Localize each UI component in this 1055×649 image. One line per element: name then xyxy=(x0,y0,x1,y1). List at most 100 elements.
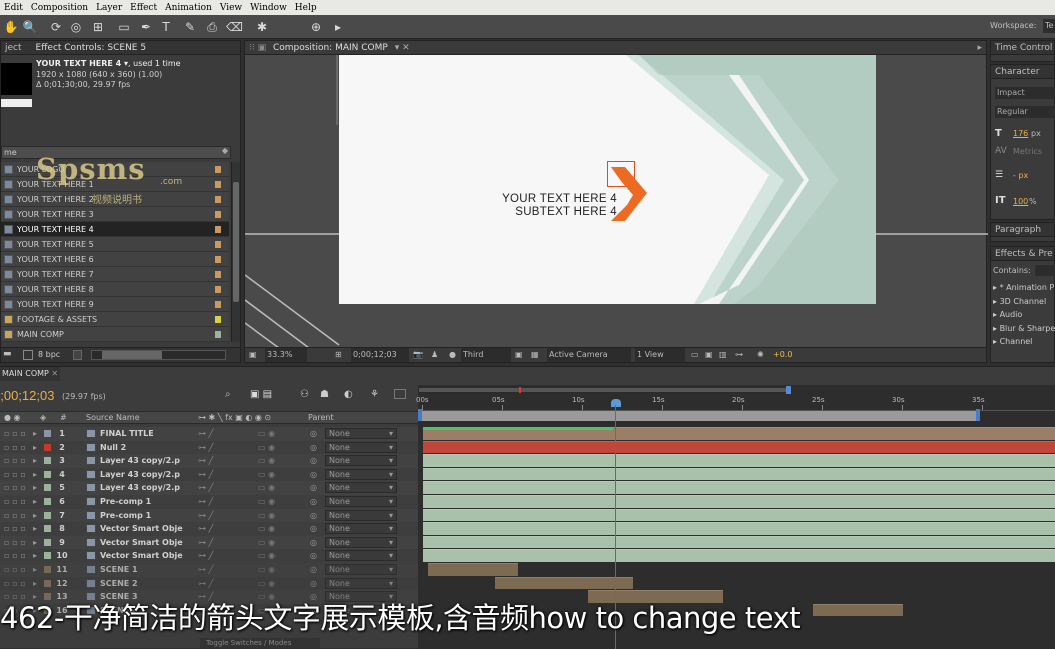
visibility-toggle-icon[interactable]: ▫ ▫ ▫ xyxy=(4,441,26,454)
layer-label-color[interactable] xyxy=(44,457,51,465)
effects-category[interactable]: ▸ Channel xyxy=(993,335,1055,349)
layer-mode-switches[interactable]: ▭ ◉ xyxy=(258,454,275,467)
layer-duration-bar[interactable] xyxy=(423,508,1055,522)
layer-duration-bar[interactable] xyxy=(495,576,633,590)
layer-mode-switches[interactable]: ▭ ◉ xyxy=(258,522,275,535)
project-item[interactable]: YOUR TEXT HERE 9 xyxy=(1,297,229,312)
parent-dropdown-arrow-icon[interactable]: ▾ xyxy=(389,577,393,590)
parent-dropdown-arrow-icon[interactable]: ▾ xyxy=(389,563,393,576)
menu-layer[interactable]: Layer xyxy=(92,3,126,13)
parent-dropdown-arrow-icon[interactable]: ▾ xyxy=(389,522,393,535)
label-swatch[interactable] xyxy=(215,226,221,233)
font-size-value[interactable]: 176 xyxy=(1013,129,1028,138)
tab-time-controls[interactable]: Time Control xyxy=(991,41,1054,55)
layer-duration-bar[interactable] xyxy=(423,549,1055,562)
visibility-toggle-icon[interactable]: ▫ ▫ ▫ xyxy=(4,481,26,494)
layer-name[interactable]: SCENE 1 xyxy=(100,563,138,576)
label-swatch[interactable] xyxy=(215,316,221,323)
tab-effect-controls[interactable]: Effect Controls: SCENE 5 xyxy=(36,41,147,54)
parent-dropdown[interactable]: None xyxy=(325,496,397,507)
zoom-dropdown[interactable]: 33.3% xyxy=(265,348,307,362)
timeline-search-icon[interactable]: ⌕ xyxy=(225,389,231,400)
parent-dropdown[interactable]: None xyxy=(325,468,397,480)
layer-duration-bar[interactable] xyxy=(423,481,1055,494)
current-time-field[interactable]: 0;00;12;03 xyxy=(351,348,409,362)
parent-dropdown-arrow-icon[interactable]: ▾ xyxy=(389,481,393,494)
tab-effects-presets[interactable]: Effects & Pre xyxy=(991,247,1054,261)
project-scrollbar[interactable] xyxy=(231,162,240,342)
channel-icon[interactable]: ● xyxy=(449,348,456,362)
visibility-toggle-icon[interactable]: ▫ ▫ ▫ xyxy=(4,549,26,562)
pickwhip-icon[interactable]: ◎ xyxy=(310,536,317,549)
parent-dropdown[interactable]: None xyxy=(325,577,397,589)
parent-dropdown-arrow-icon[interactable]: ▾ xyxy=(389,536,393,549)
effects-category[interactable]: ▸ 3D Channel xyxy=(993,295,1055,309)
menu-effect[interactable]: Effect xyxy=(126,3,161,13)
expand-arrow-icon[interactable]: ▸ xyxy=(33,522,37,535)
expand-arrow-icon[interactable]: ▸ xyxy=(33,495,37,508)
layer-switches[interactable]: ⊶ ╱ xyxy=(198,441,213,454)
comp-text-block[interactable]: YOUR TEXT HERE 4 SUBTEXT HERE 4 xyxy=(449,193,617,219)
parent-dropdown-arrow-icon[interactable]: ▾ xyxy=(389,454,393,467)
mini-flowchart-icon[interactable]: ▣ ▤ xyxy=(250,389,272,400)
visibility-toggle-icon[interactable]: ▫ ▫ ▫ xyxy=(4,563,26,576)
label-swatch[interactable] xyxy=(215,286,221,293)
layer-switches[interactable]: ⊶ ╱ xyxy=(198,481,213,494)
parent-dropdown-arrow-icon[interactable]: ▾ xyxy=(389,427,393,440)
parent-dropdown[interactable]: None xyxy=(325,428,397,439)
project-item[interactable]: YOUR TEXT HERE 4 xyxy=(1,222,229,237)
comp-canvas[interactable]: YOUR TEXT HERE 4 SUBTEXT HERE 4 xyxy=(339,55,876,304)
trash-icon[interactable] xyxy=(73,350,82,360)
work-area-start-handle[interactable] xyxy=(418,409,422,421)
pickwhip-icon[interactable]: ◎ xyxy=(310,427,317,440)
parent-dropdown[interactable]: None xyxy=(325,536,397,548)
effects-category[interactable]: ▸ * Animation P xyxy=(993,281,1055,295)
navigator-end-handle[interactable] xyxy=(786,386,791,394)
layer-duration-bar[interactable] xyxy=(428,563,518,576)
layer-switches[interactable]: ⊶ ╱ xyxy=(198,468,213,481)
font-family-dropdown[interactable]: Impact xyxy=(995,87,1055,99)
tab-character[interactable]: Character xyxy=(991,65,1054,79)
effects-search-input[interactable] xyxy=(1035,265,1055,276)
tab-composition[interactable]: Composition: MAIN COMP xyxy=(273,43,388,53)
visibility-toggle-icon[interactable]: ▫ ▫ ▫ xyxy=(4,427,26,440)
label-column-icon[interactable]: ◆ xyxy=(219,146,231,159)
layer-name[interactable]: Layer 43 copy/2.p xyxy=(100,454,180,467)
layer-switches[interactable]: ⊶ ╱ xyxy=(198,522,213,535)
layer-switches[interactable]: ⊶ ╱ xyxy=(198,509,213,522)
resolution-dropdown[interactable]: Third xyxy=(461,348,511,362)
parent-dropdown-arrow-icon[interactable]: ▾ xyxy=(389,549,393,562)
toggle-switches-modes[interactable]: Toggle Switches / Modes xyxy=(200,638,320,648)
layer-duration-bar[interactable] xyxy=(423,467,1055,481)
layer-label-color[interactable] xyxy=(44,484,51,492)
tab-project[interactable]: ject xyxy=(5,41,22,54)
work-area-bar[interactable] xyxy=(418,411,978,421)
parent-dropdown-arrow-icon[interactable]: ▾ xyxy=(389,468,393,481)
workspace-select[interactable]: Te xyxy=(1043,19,1055,33)
eraser-tool-icon[interactable]: ⌫ xyxy=(226,19,243,35)
flowchart-icon[interactable]: ⊶ xyxy=(735,348,743,362)
layer-label-color[interactable] xyxy=(44,538,51,546)
always-preview-icon[interactable]: ▣ xyxy=(249,348,257,362)
project-hscrollbar[interactable] xyxy=(91,350,226,360)
parent-dropdown-arrow-icon[interactable]: ▾ xyxy=(389,441,393,454)
timeline-layer-row[interactable]: ▫ ▫ ▫ ▸ 6 Pre-comp 1 ⊶ ╱ ▭ ◉ ◎ None ▾ xyxy=(0,495,418,509)
kerning-dropdown[interactable]: Metrics xyxy=(1013,147,1042,156)
parent-header[interactable]: Parent xyxy=(308,412,334,424)
timeline-layer-row[interactable]: ▫ ▫ ▫ ▸ 11 SCENE 1 ⊶ ╱ ▭ ◉ ◎ None ▾ xyxy=(0,563,418,577)
axis-mode-icon[interactable]: ⊕ xyxy=(308,19,324,35)
timeline-layer-row[interactable]: ▫ ▫ ▫ ▸ 10 Vector Smart Obje ⊶ ╱ ▭ ◉ ◎ None ▾ xyxy=(0,549,418,563)
timeline-layer-row[interactable]: ▫ ▫ ▫ ▸ 2 Null 2 ⊶ ╱ ▭ ◉ ◎ None ▾ xyxy=(0,440,418,455)
timeline-layer-row[interactable]: ▫ ▫ ▫ ▸ 5 Layer 43 copy/2.p ⊶ ╱ ▭ ◉ ◎ None ▾ xyxy=(0,481,418,495)
expand-arrow-icon[interactable]: ▸ xyxy=(33,468,37,481)
vertical-scale-value[interactable]: 100 xyxy=(1013,197,1028,206)
layer-mode-switches[interactable]: ▭ ◉ xyxy=(258,427,275,440)
pickwhip-icon[interactable]: ◎ xyxy=(310,468,317,481)
layer-duration-bar[interactable] xyxy=(423,440,1055,454)
tab-paragraph[interactable]: Paragraph xyxy=(991,223,1054,237)
timeline-layer-row[interactable]: ▫ ▫ ▫ ▸ 12 SCENE 2 ⊶ ╱ ▭ ◉ ◎ None ▾ xyxy=(0,576,418,591)
number-column-icon[interactable]: # xyxy=(60,412,67,424)
roi-icon[interactable]: ▣ xyxy=(515,348,523,362)
pickwhip-icon[interactable]: ◎ xyxy=(310,522,317,535)
pickwhip-icon[interactable]: ◎ xyxy=(310,441,317,454)
